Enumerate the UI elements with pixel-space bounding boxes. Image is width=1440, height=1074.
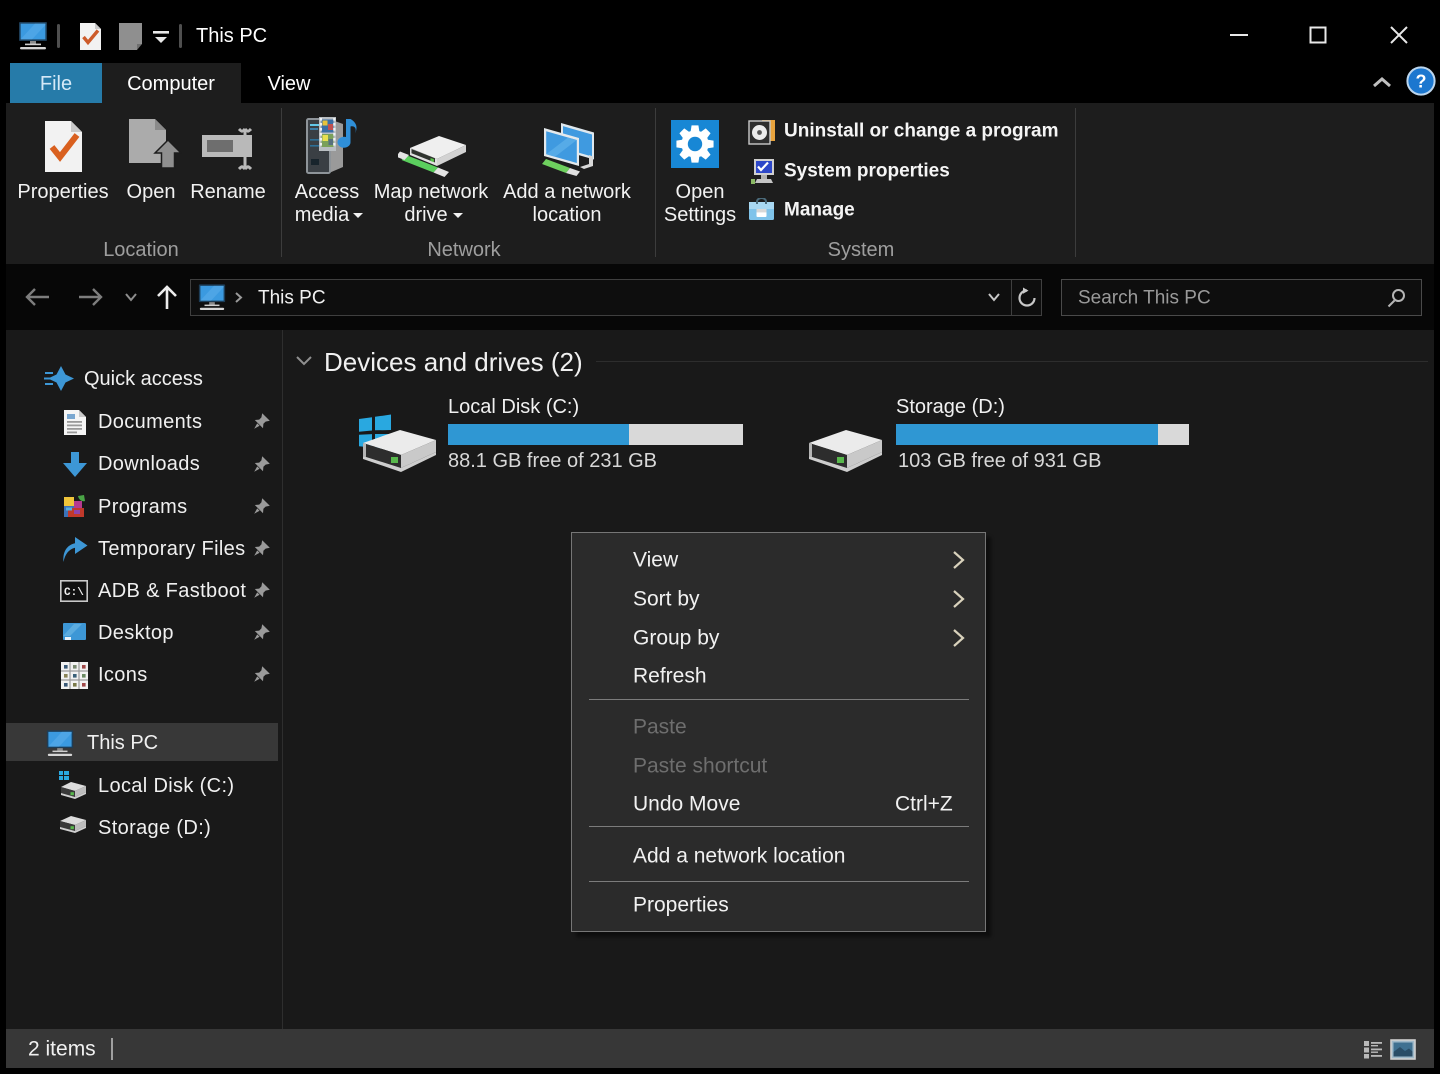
svg-text:?: ? (1416, 72, 1427, 92)
svg-text:C:\: C:\ (64, 587, 84, 599)
